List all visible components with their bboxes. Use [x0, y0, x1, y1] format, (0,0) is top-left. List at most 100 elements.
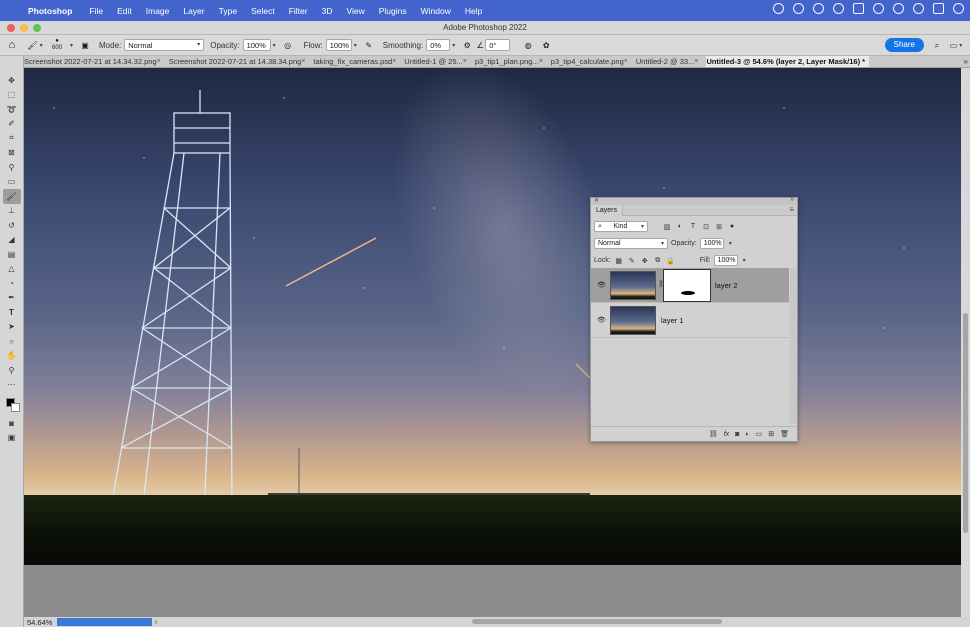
wifi-icon[interactable]	[893, 3, 904, 14]
layer-opacity-input[interactable]: 100%	[699, 238, 724, 249]
screen-mode-icon[interactable]: ▣	[3, 431, 21, 446]
tab-document[interactable]: Screenshot 2022-07-21 at 14.34.32.png ×	[24, 56, 169, 67]
panel-header[interactable]: ✕ »	[591, 196, 797, 205]
crop-icon[interactable]: ⌗	[3, 131, 21, 146]
trash-icon[interactable]: 🗑	[780, 430, 789, 438]
siri-icon[interactable]	[953, 3, 964, 14]
pressure-size-icon[interactable]: ◍	[520, 38, 536, 53]
eraser-icon[interactable]: ◢	[3, 233, 21, 248]
zoom-window-icon[interactable]	[33, 24, 41, 32]
chevron-down-icon[interactable]: ▾	[70, 42, 73, 49]
quick-select-icon[interactable]: ✐	[3, 117, 21, 132]
cloud-icon[interactable]	[773, 3, 784, 14]
pen-icon[interactable]: ✒	[3, 291, 21, 306]
close-tab-icon[interactable]: ×	[539, 58, 543, 65]
opacity-input[interactable]: 100%	[242, 39, 271, 51]
layer-thumbnail[interactable]	[610, 271, 656, 300]
close-tab-icon[interactable]: ×	[463, 58, 467, 65]
filter-kind-select[interactable]: ⌕ Kind ▾	[594, 221, 648, 232]
horizontal-scroll-thumb[interactable]	[472, 619, 722, 624]
visibility-eye-icon[interactable]: 👁	[597, 316, 606, 324]
new-layer-icon[interactable]: ⊞	[768, 430, 774, 438]
vertical-scrollbar[interactable]	[961, 68, 970, 617]
tab-document[interactable]: p3_tip1_plan.png... ×	[475, 56, 551, 67]
tab-document[interactable]: Screenshot 2022-07-21 at 14.38.34.png ×	[169, 56, 314, 67]
tab-document[interactable]: Untitled-1 @ 25... ×	[404, 56, 475, 67]
layer-name[interactable]: layer 1	[661, 316, 684, 325]
tab-layers[interactable]: Layers	[591, 205, 624, 216]
chevron-down-icon[interactable]: ▾	[452, 42, 455, 49]
dodge-icon[interactable]: ◔	[3, 276, 21, 291]
document-canvas[interactable]	[24, 68, 961, 565]
tab-document[interactable]: p3_tip4_calculate.png ×	[551, 56, 636, 67]
new-group-icon[interactable]: ▭	[756, 430, 763, 438]
search-icon[interactable]: ⌕	[930, 38, 944, 53]
mode-select[interactable]: Normal ▾	[124, 39, 205, 51]
chevron-down-icon[interactable]: ▾	[743, 257, 746, 264]
smart-object-filter-icon[interactable]: ⊞	[714, 222, 724, 231]
chevron-down-icon[interactable]: ▾	[354, 42, 357, 49]
hand-icon[interactable]: ✋	[3, 349, 21, 364]
history-brush-icon[interactable]: ↺	[3, 218, 21, 233]
menu-view[interactable]: View	[346, 6, 364, 16]
blur-icon[interactable]: △	[3, 262, 21, 277]
lock-artboard-icon[interactable]: ⧉	[653, 256, 663, 265]
minimize-window-icon[interactable]	[20, 24, 28, 32]
close-panel-icon[interactable]: ✕	[594, 197, 599, 204]
shape-filter-icon[interactable]: ⊡	[701, 222, 711, 231]
close-window-icon[interactable]	[7, 24, 15, 32]
symmetry-icon[interactable]: ✿	[538, 38, 554, 53]
lasso-icon[interactable]: ➰	[3, 102, 21, 117]
menu-type[interactable]: Type	[219, 6, 237, 16]
menu-window[interactable]: Window	[421, 6, 451, 16]
close-tab-icon[interactable]: ×	[624, 58, 628, 65]
lock-all-icon[interactable]: 🔒	[666, 256, 676, 265]
panel-menu-icon[interactable]: ≡	[789, 205, 794, 214]
menu-3d[interactable]: 3D	[322, 6, 333, 16]
home-icon[interactable]: ⌂	[0, 38, 24, 53]
airbrush-icon[interactable]: ✎	[361, 38, 377, 53]
menu-image[interactable]: Image	[146, 6, 170, 16]
smoothing-gear-icon[interactable]: ⚙	[459, 38, 475, 53]
close-tab-icon[interactable]: ×	[694, 58, 698, 65]
zoom-level[interactable]: 54.64%	[24, 618, 57, 627]
background-color-swatch[interactable]	[10, 403, 20, 412]
link-layers-icon[interactable]: ⛓	[709, 430, 718, 438]
fill-input[interactable]: 100%	[713, 255, 738, 266]
layer-row[interactable]: 👁 ⛓ layer 2	[591, 268, 789, 303]
tab-document[interactable]: Untitled-2 @ 33... ×	[636, 56, 707, 67]
scroll-thumb[interactable]	[963, 313, 968, 533]
layer-thumbnail[interactable]	[610, 306, 656, 335]
workspace-icon[interactable]: ▭ ▾	[948, 38, 964, 53]
spot-heal-icon[interactable]: ▭	[3, 175, 21, 190]
menu-file[interactable]: File	[89, 6, 103, 16]
control-center-icon[interactable]	[933, 3, 944, 14]
menu-select[interactable]: Select	[251, 6, 275, 16]
ellipse-icon[interactable]: ○	[3, 334, 21, 349]
layer-name[interactable]: layer 2	[715, 281, 738, 290]
chevron-down-icon[interactable]: ▾	[273, 42, 276, 49]
path-select-icon[interactable]: ➤	[3, 320, 21, 335]
brush-preset-icon[interactable]: 🖌 ▾	[24, 38, 46, 53]
pixel-filter-icon[interactable]: ▨	[662, 222, 672, 231]
menu-edit[interactable]: Edit	[117, 6, 132, 16]
layer-mask-thumbnail[interactable]	[663, 269, 711, 302]
angle-input[interactable]: 0°	[485, 39, 511, 51]
smoothing-input[interactable]: 0%	[426, 39, 451, 51]
adjustment-filter-icon[interactable]: ◐	[675, 222, 685, 231]
close-tab-icon[interactable]: ×	[157, 58, 161, 65]
chevron-down-icon[interactable]: ▾	[729, 240, 732, 247]
brush-settings-icon[interactable]: ▣	[77, 38, 93, 53]
color-swatches[interactable]	[3, 394, 21, 416]
collapse-panel-icon[interactable]: »	[790, 196, 794, 203]
play-icon[interactable]	[873, 3, 884, 14]
type-icon[interactable]: T	[3, 305, 21, 320]
frame-icon[interactable]: ⊠	[3, 146, 21, 161]
app-menu[interactable]: Photoshop	[28, 6, 72, 16]
add-mask-icon[interactable]: ◙	[735, 431, 739, 438]
more-tools-icon[interactable]: ⋯	[3, 378, 21, 393]
lock-pixels-icon[interactable]: ✎	[627, 256, 637, 265]
close-tab-icon[interactable]: ×	[301, 58, 305, 65]
clock-icon[interactable]	[833, 3, 844, 14]
fx-icon[interactable]: fx	[724, 431, 729, 438]
